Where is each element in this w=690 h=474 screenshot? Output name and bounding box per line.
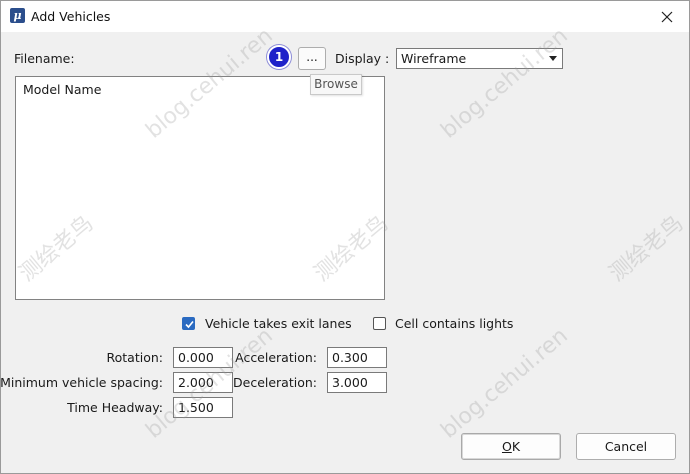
ok-button[interactable]: OK [461,433,561,460]
app-logo-icon: μ [10,8,25,23]
deceleration-field[interactable]: 3.000 [327,372,387,393]
time-headway-label: Time Headway: [67,400,163,415]
callout-badge: 1 [267,45,291,69]
title-bar: μ Add Vehicles [1,1,689,32]
watermark-text: blog.cehui.ren [436,23,573,144]
exit-lanes-label: Vehicle takes exit lanes [205,316,352,331]
watermark-text: blog.cehui.ren [436,323,573,444]
ok-label-rest: K [511,439,521,454]
cell-lights-label: Cell contains lights [395,316,514,331]
close-icon [661,11,673,23]
browse-button[interactable]: ... [298,47,326,70]
time-headway-field[interactable]: 1.500 [173,397,233,418]
ok-mnemonic: O [501,439,512,454]
cell-lights-checkbox[interactable] [373,317,386,330]
display-label: Display : [335,51,390,66]
model-list[interactable]: Model Name [15,76,385,300]
rotation-field[interactable]: 0.000 [173,347,233,368]
exit-lanes-checkbox[interactable] [182,317,195,330]
browse-tooltip: Browse [310,74,362,95]
filename-label: Filename: [14,51,75,66]
checkmark-icon [185,320,194,329]
close-button[interactable] [645,1,689,32]
min-spacing-field[interactable]: 2.000 [173,372,233,393]
display-select-value: Wireframe [401,51,467,66]
cancel-button[interactable]: Cancel [576,433,676,460]
min-spacing-label: Minimum vehicle spacing: [0,375,163,390]
deceleration-label: Deceleration: [233,375,317,390]
acceleration-field[interactable]: 0.300 [327,347,387,368]
model-name-header: Model Name [23,82,102,97]
rotation-label: Rotation: [106,350,164,365]
chevron-down-icon [549,56,557,61]
display-select[interactable]: Wireframe [396,48,563,69]
acceleration-label: Acceleration: [235,350,317,365]
window-title: Add Vehicles [31,9,111,24]
watermark-text: 测绘老鸟 [604,211,689,287]
add-vehicles-dialog: μ Add Vehicles Filename: 1 ... Display :… [0,0,690,474]
